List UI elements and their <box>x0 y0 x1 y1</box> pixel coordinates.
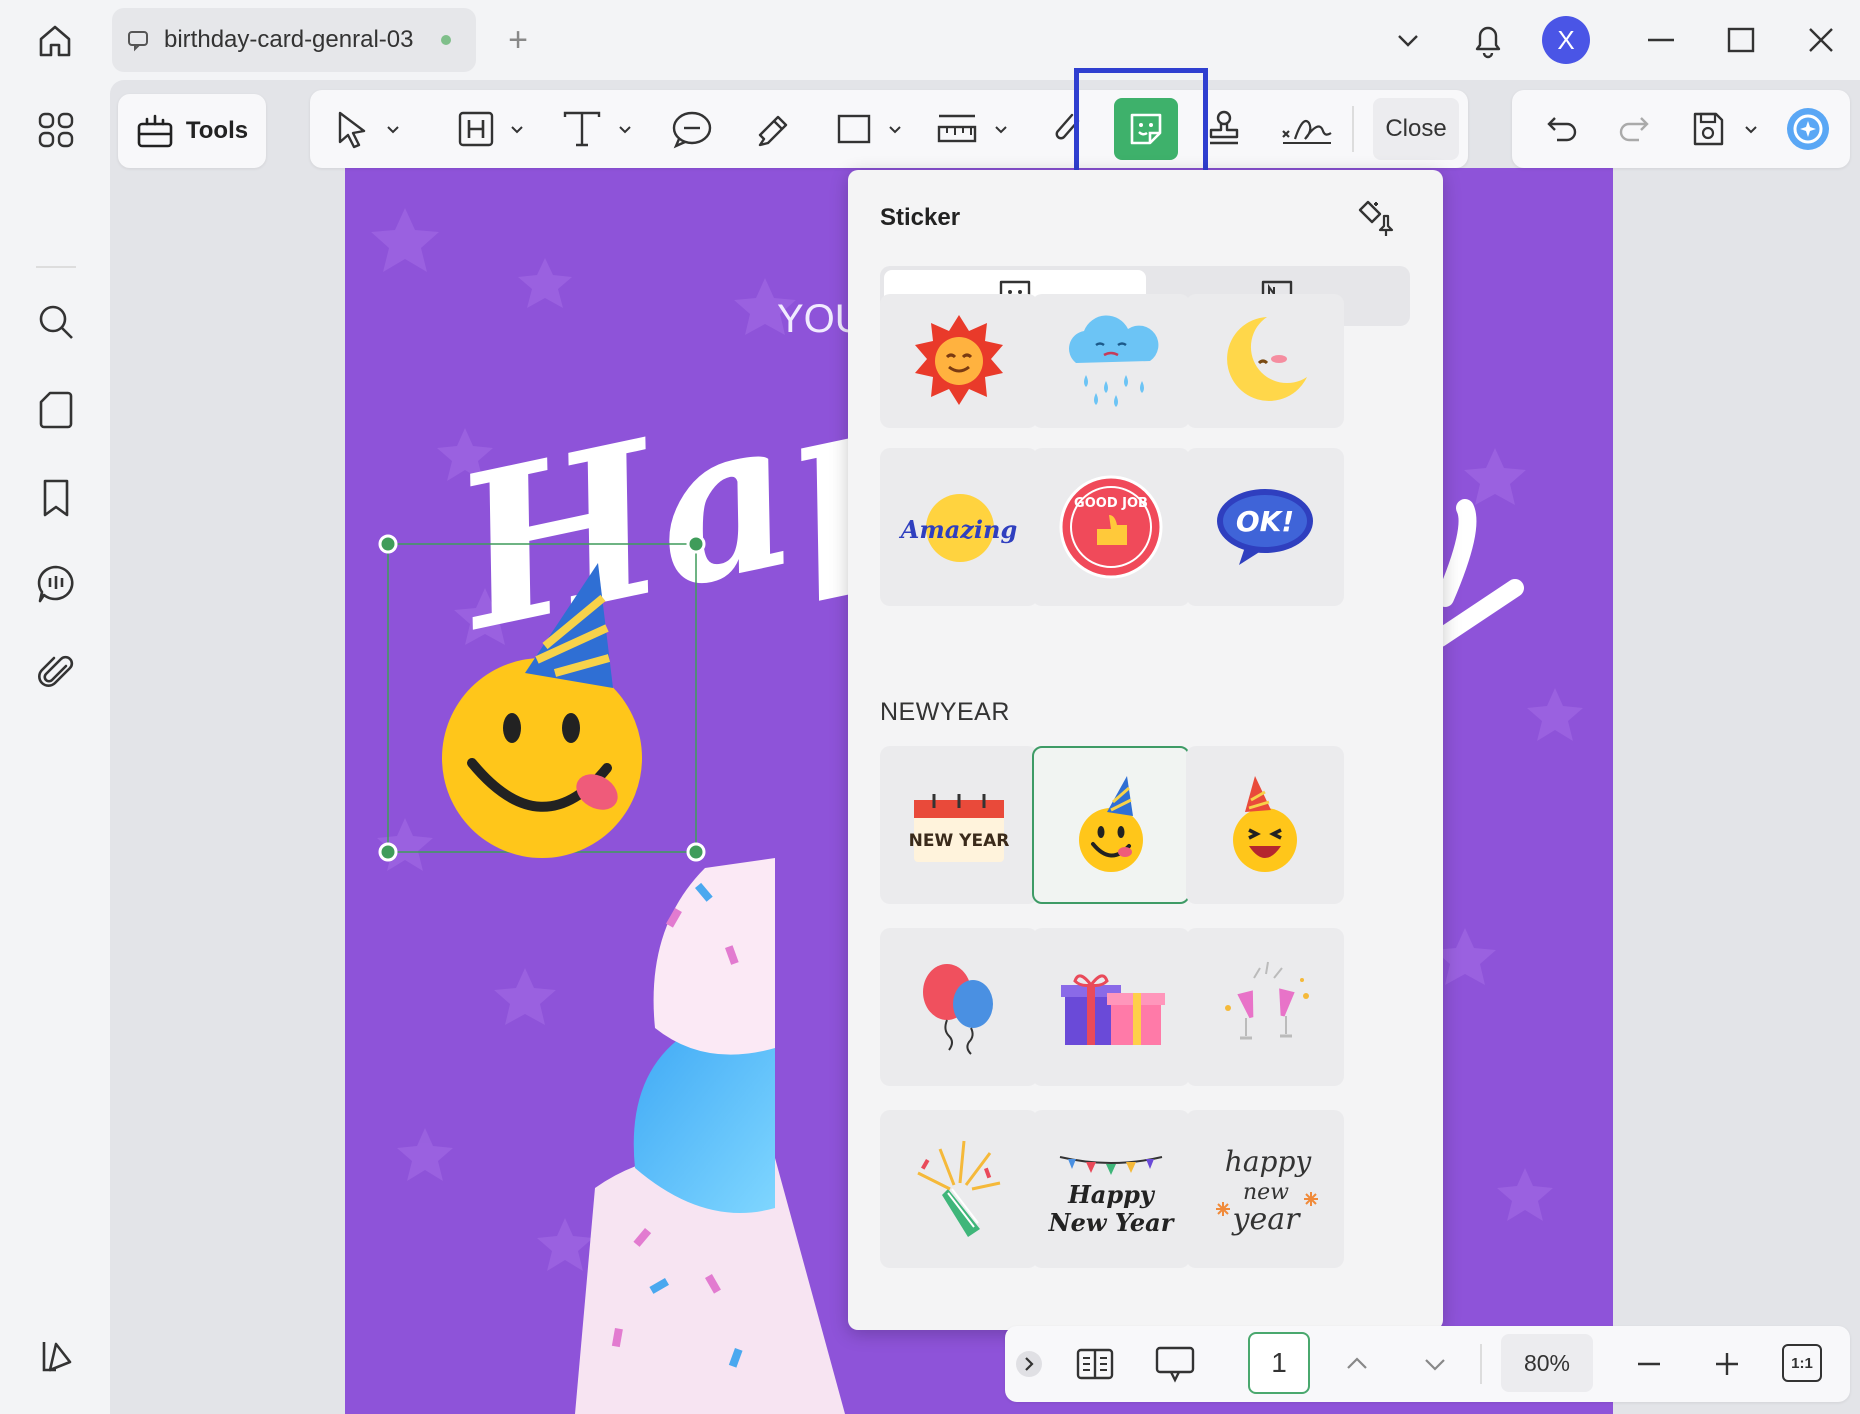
rain-cloud-sticker[interactable] <box>1032 294 1190 428</box>
sticker-icon <box>1130 113 1162 145</box>
ai-assistant-icon[interactable] <box>1782 102 1834 156</box>
good-job-sticker[interactable]: GOOD JOB <box>1032 448 1190 606</box>
laughing-party-emoji-sticker[interactable] <box>1186 746 1344 904</box>
balloons-sticker[interactable] <box>880 928 1038 1086</box>
sidebar-theme-icon[interactable] <box>30 1330 82 1382</box>
document-tab-title: birthday-card-genral-03 <box>164 26 414 53</box>
zoom-out-icon[interactable] <box>1629 1338 1669 1390</box>
left-rail <box>0 80 110 1414</box>
document-tab[interactable]: birthday-card-genral-03 <box>112 8 476 72</box>
shape-chevron-down-icon[interactable] <box>884 102 906 156</box>
notification-bell-icon[interactable] <box>1466 12 1510 68</box>
bookmark-icon[interactable] <box>28 470 84 526</box>
actual-size-button[interactable]: 1:1 <box>1782 1344 1822 1382</box>
good-job-sticker-text: GOOD JOB <box>1074 496 1148 511</box>
apps-grid-icon[interactable] <box>28 102 84 158</box>
script-happy-text: happy <box>1225 1145 1313 1178</box>
new-year-calendar-text: NEW YEAR <box>909 831 1010 851</box>
rail-divider <box>36 266 76 268</box>
right-toolbar <box>1512 90 1850 168</box>
sticker-panel: Sticker Amazing GOOD JOB OK! NEWYEAR NEW… <box>848 170 1443 1330</box>
happy-new-year-text-2: New Year <box>1048 1208 1176 1237</box>
newyear-section-label: NEWYEAR <box>880 698 1010 726</box>
signature-icon[interactable] <box>1276 102 1336 156</box>
ok-sticker-text: OK! <box>1236 505 1294 538</box>
rectangle-shape-icon[interactable] <box>832 102 876 156</box>
search-icon[interactable] <box>28 294 84 350</box>
close-tool-button[interactable]: Close <box>1373 98 1459 160</box>
sticker-tool-button[interactable] <box>1114 98 1178 160</box>
maximize-icon[interactable] <box>1724 12 1758 68</box>
gift-boxes-sticker[interactable] <box>1032 928 1190 1086</box>
close-window-icon[interactable] <box>1804 12 1838 68</box>
expand-chevron-right-icon[interactable] <box>1013 1338 1045 1390</box>
pages-icon[interactable] <box>28 382 84 438</box>
tools-button[interactable]: Tools <box>118 94 266 168</box>
next-page-chevron-down-icon[interactable] <box>1417 1338 1453 1390</box>
zoom-level[interactable]: 80% <box>1501 1334 1593 1392</box>
heading-chevron-down-icon[interactable] <box>506 102 528 156</box>
unsaved-dot-icon <box>441 35 452 45</box>
save-icon[interactable] <box>1686 102 1730 156</box>
presentation-icon[interactable] <box>1151 1338 1199 1390</box>
happy-new-year-banner-sticker[interactable]: Happy New Year <box>1032 1110 1190 1268</box>
sticker-panel-title: Sticker <box>880 204 961 231</box>
script-year-text: year <box>1231 1202 1302 1237</box>
happy-new-year-text-1: Happy <box>1067 1180 1156 1209</box>
ok-sticker[interactable]: OK! <box>1186 448 1344 606</box>
highlighter-pen-icon[interactable] <box>750 102 798 156</box>
tools-label: Tools <box>185 117 249 144</box>
attachment-icon[interactable] <box>28 644 84 700</box>
user-avatar[interactable]: X <box>1542 16 1590 64</box>
amazing-sticker-text: Amazing <box>899 515 1018 544</box>
comment-doc-icon <box>128 31 148 52</box>
select-chevron-down-icon[interactable] <box>382 102 404 156</box>
home-icon[interactable] <box>26 14 84 68</box>
party-hat-emoji-sticker[interactable] <box>1032 746 1190 904</box>
amazing-sticker[interactable]: Amazing <box>880 448 1038 606</box>
select-arrow-icon[interactable] <box>330 102 374 156</box>
champagne-glasses-sticker[interactable] <box>1186 928 1344 1086</box>
annotation-toolbar <box>310 90 1468 168</box>
save-chevron-down-icon[interactable] <box>1740 102 1762 156</box>
comment-note-icon[interactable] <box>668 102 716 156</box>
redo-icon[interactable] <box>1612 102 1656 156</box>
page-navigation-bar: 1 80% 1:1 <box>1005 1326 1850 1402</box>
bottombar-divider <box>1480 1344 1482 1384</box>
previous-page-chevron-up-icon[interactable] <box>1339 1338 1375 1390</box>
undo-icon[interactable] <box>1540 102 1584 156</box>
script-happy-new-year-sticker[interactable]: happy new year <box>1186 1110 1344 1268</box>
toolbox-icon <box>137 114 173 148</box>
text-chevron-down-icon[interactable] <box>614 102 636 156</box>
title-bar: birthday-card-genral-03 + X <box>0 0 1860 80</box>
page-layout-icon[interactable] <box>1071 1338 1119 1390</box>
tab-list-chevron-down-icon[interactable] <box>1388 12 1428 68</box>
zoom-in-icon[interactable] <box>1707 1338 1747 1390</box>
pin-panel-icon[interactable] <box>1350 192 1400 242</box>
party-popper-sticker[interactable] <box>880 1110 1038 1268</box>
heading-icon[interactable] <box>454 102 498 156</box>
comments-icon[interactable] <box>28 556 84 612</box>
measure-chevron-down-icon[interactable] <box>990 102 1012 156</box>
moon-sticker[interactable] <box>1186 294 1344 428</box>
text-icon[interactable] <box>558 102 606 156</box>
new-year-calendar-sticker[interactable]: NEW YEAR <box>880 746 1038 904</box>
measure-ruler-icon[interactable] <box>932 102 982 156</box>
toolbar-divider <box>1352 106 1354 152</box>
current-page-input[interactable]: 1 <box>1248 1332 1310 1394</box>
sun-sticker[interactable] <box>880 294 1038 428</box>
minimize-icon[interactable] <box>1644 12 1678 68</box>
add-tab-button[interactable]: + <box>498 18 538 62</box>
